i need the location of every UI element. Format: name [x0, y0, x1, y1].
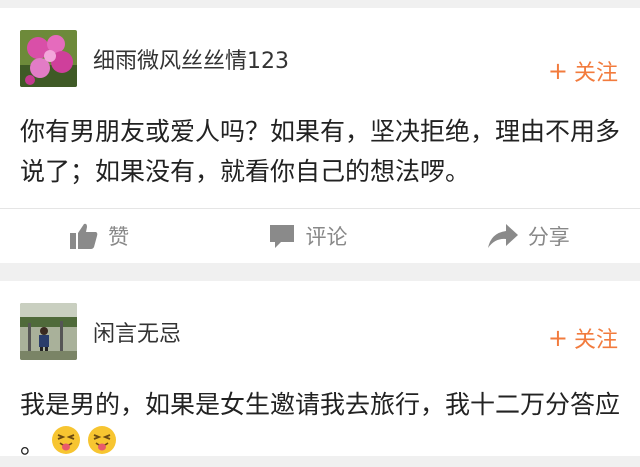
card-gap [0, 263, 640, 281]
top-spacer [0, 0, 640, 8]
follow-button[interactable]: + 关注 [548, 55, 618, 87]
comment-icon [269, 223, 295, 249]
avatar[interactable] [20, 30, 77, 87]
tongue-wink-emoji-icon [87, 425, 117, 467]
follow-label: 关注 [573, 61, 618, 86]
share-arrow-icon [487, 224, 518, 248]
follow-button[interactable]: + 关注 [548, 322, 618, 354]
post-card: 闲言无忌 + 关注 我是男的，如果是女生邀请我去旅行，我十二万分答应 。 [0, 281, 640, 459]
like-button[interactable]: 赞 [70, 221, 129, 251]
follow-label: 关注 [573, 328, 618, 353]
plus-icon: + [547, 57, 568, 85]
share-button[interactable]: 分享 [487, 221, 570, 251]
thumbs-up-icon [70, 223, 98, 249]
comment-button[interactable]: 评论 [269, 221, 347, 251]
post-card: 细雨微风丝丝情123 + 关注 你有男朋友或爱人吗？如果有，坚决拒绝，理由不用多… [0, 8, 640, 263]
like-label: 赞 [108, 225, 130, 249]
username[interactable]: 闲言无忌 [93, 316, 181, 348]
avatar[interactable] [20, 303, 77, 360]
plus-icon: + [547, 324, 568, 352]
action-bar: 赞 评论 分享 [0, 209, 640, 263]
share-label: 分享 [527, 225, 570, 249]
post-content: 你有男朋友或爱人吗？如果有，坚决拒绝，理由不用多说了；如果没有，就看你自己的想法… [20, 117, 621, 186]
username[interactable]: 细雨微风丝丝情123 [93, 43, 289, 75]
comment-label: 评论 [305, 225, 348, 249]
post-header: 细雨微风丝丝情123 [20, 30, 289, 87]
post-content: 我是男的，如果是女生邀请我去旅行，我十二万分答应 。 [20, 385, 620, 467]
post-header: 闲言无忌 [20, 303, 181, 360]
tongue-wink-emoji-icon [51, 425, 81, 467]
